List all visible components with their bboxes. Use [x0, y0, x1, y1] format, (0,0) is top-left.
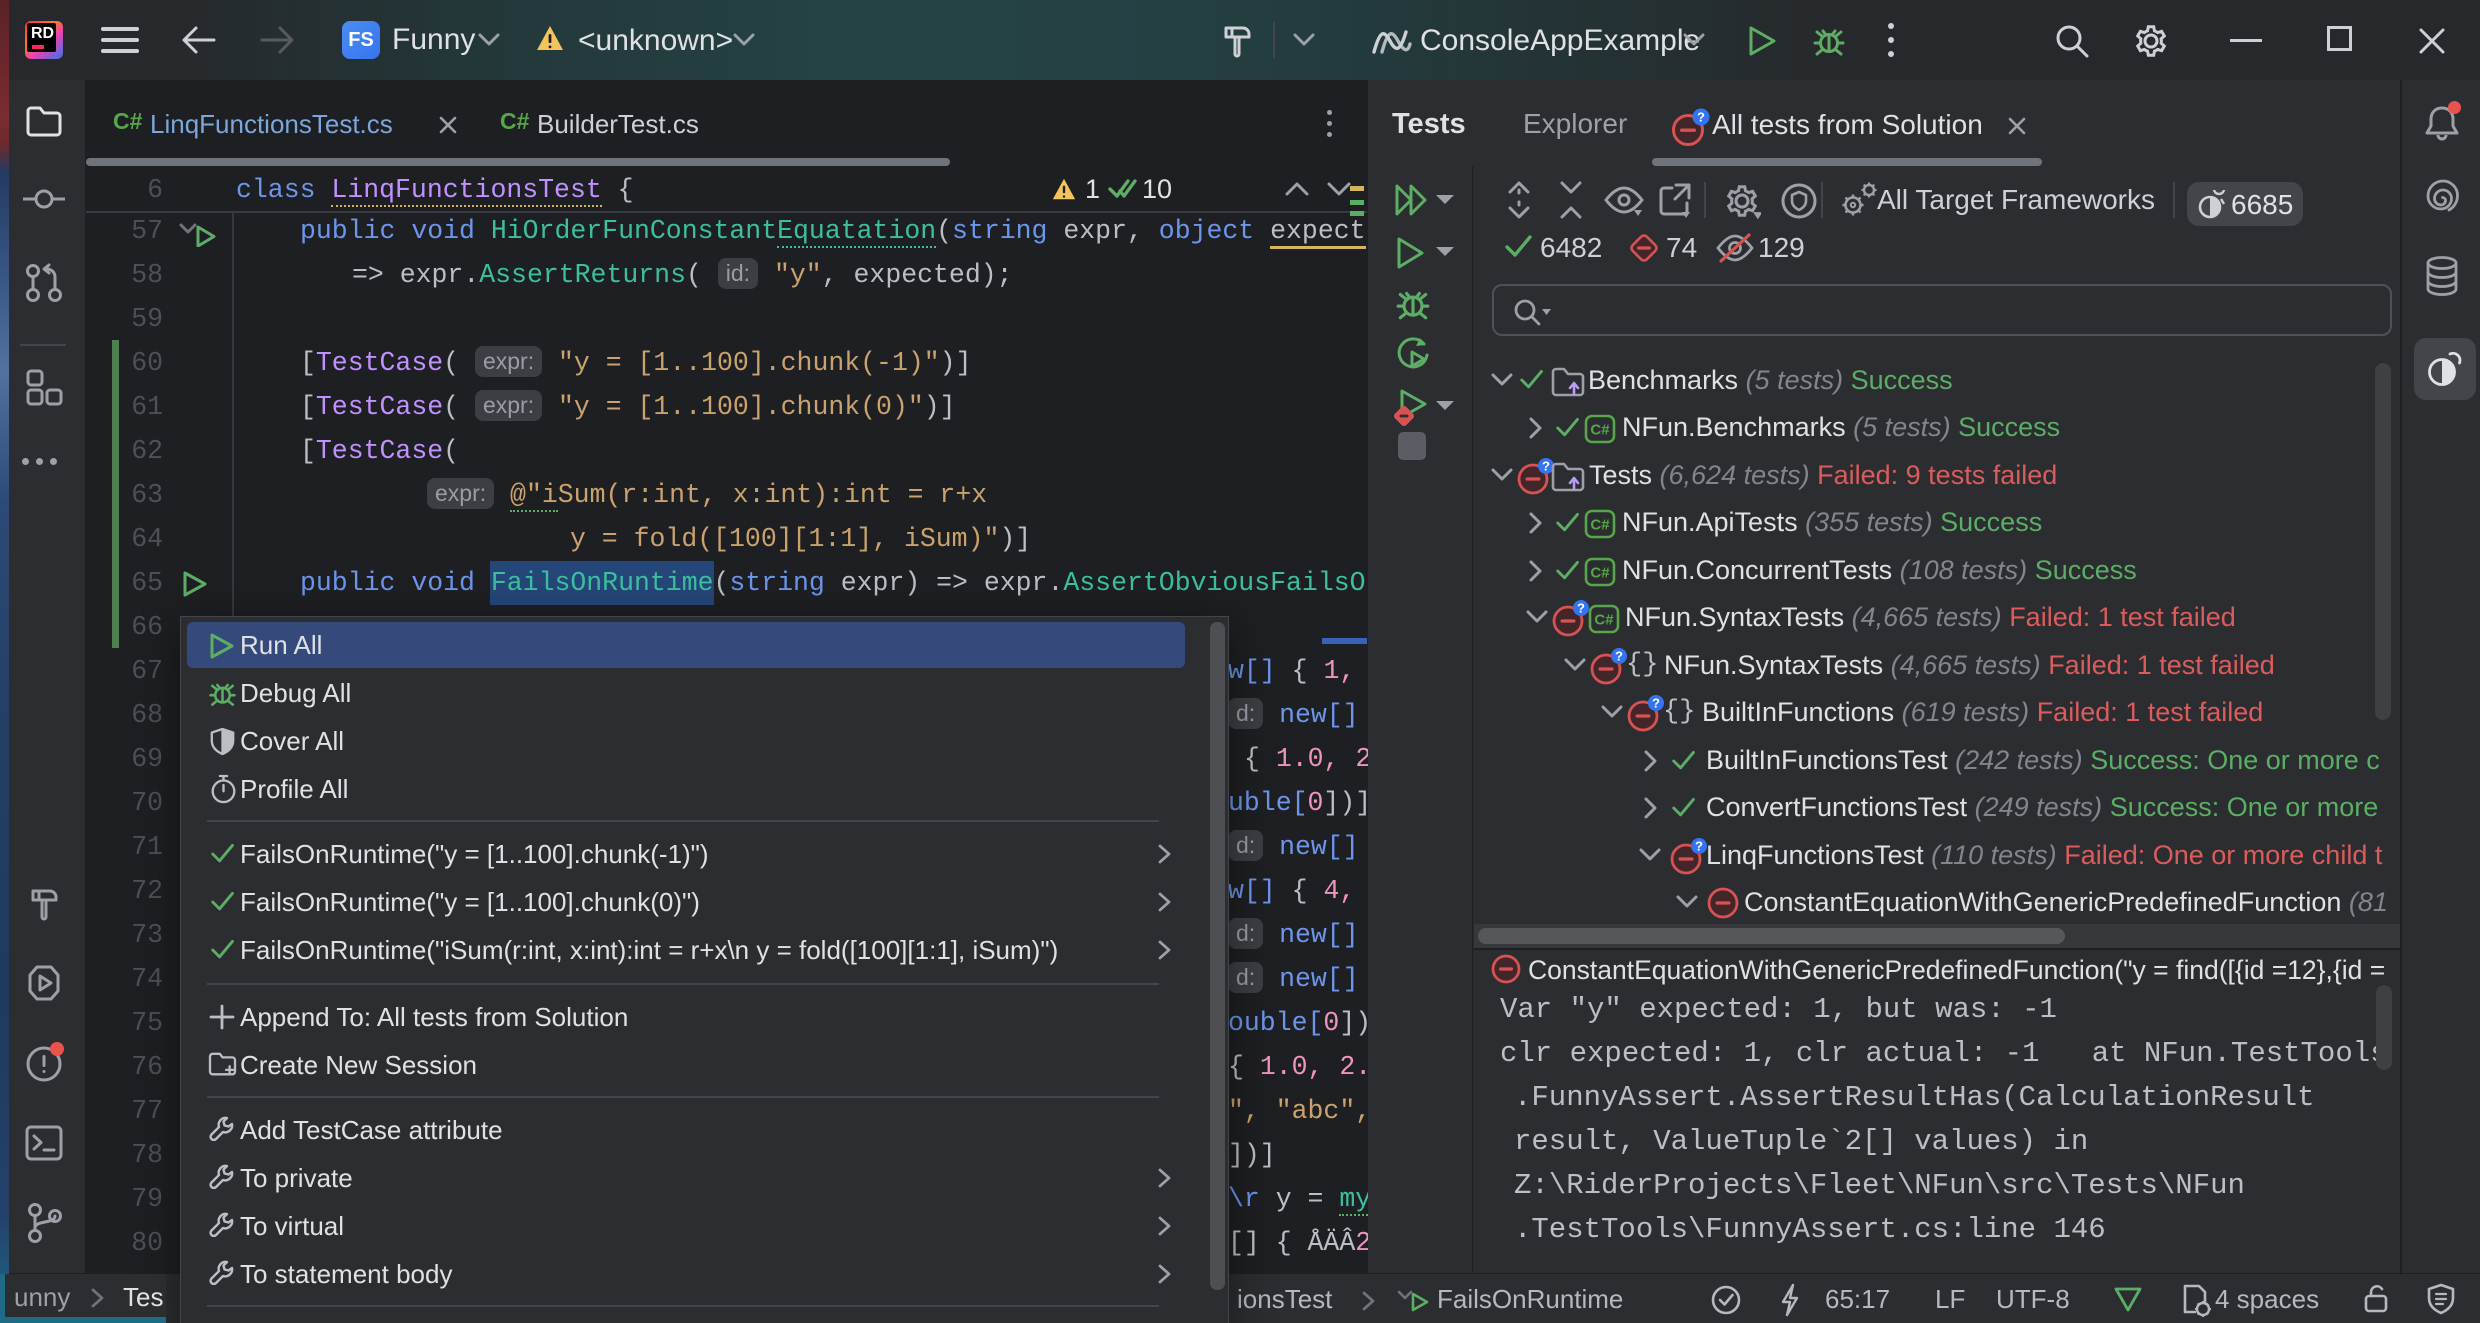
svg-text:?: ?: [1542, 459, 1550, 474]
svg-text:?: ?: [1577, 601, 1585, 616]
svg-text:C#: C#: [1594, 612, 1614, 629]
svg-text:?: ?: [1697, 110, 1705, 125]
svg-text:?: ?: [1652, 696, 1660, 711]
svg-text:C#: C#: [1590, 517, 1610, 534]
svg-text:C#: C#: [1590, 422, 1610, 439]
svg-text:?: ?: [1695, 839, 1703, 854]
svg-text:?: ?: [1615, 649, 1623, 664]
svg-text:C#: C#: [1590, 565, 1610, 582]
